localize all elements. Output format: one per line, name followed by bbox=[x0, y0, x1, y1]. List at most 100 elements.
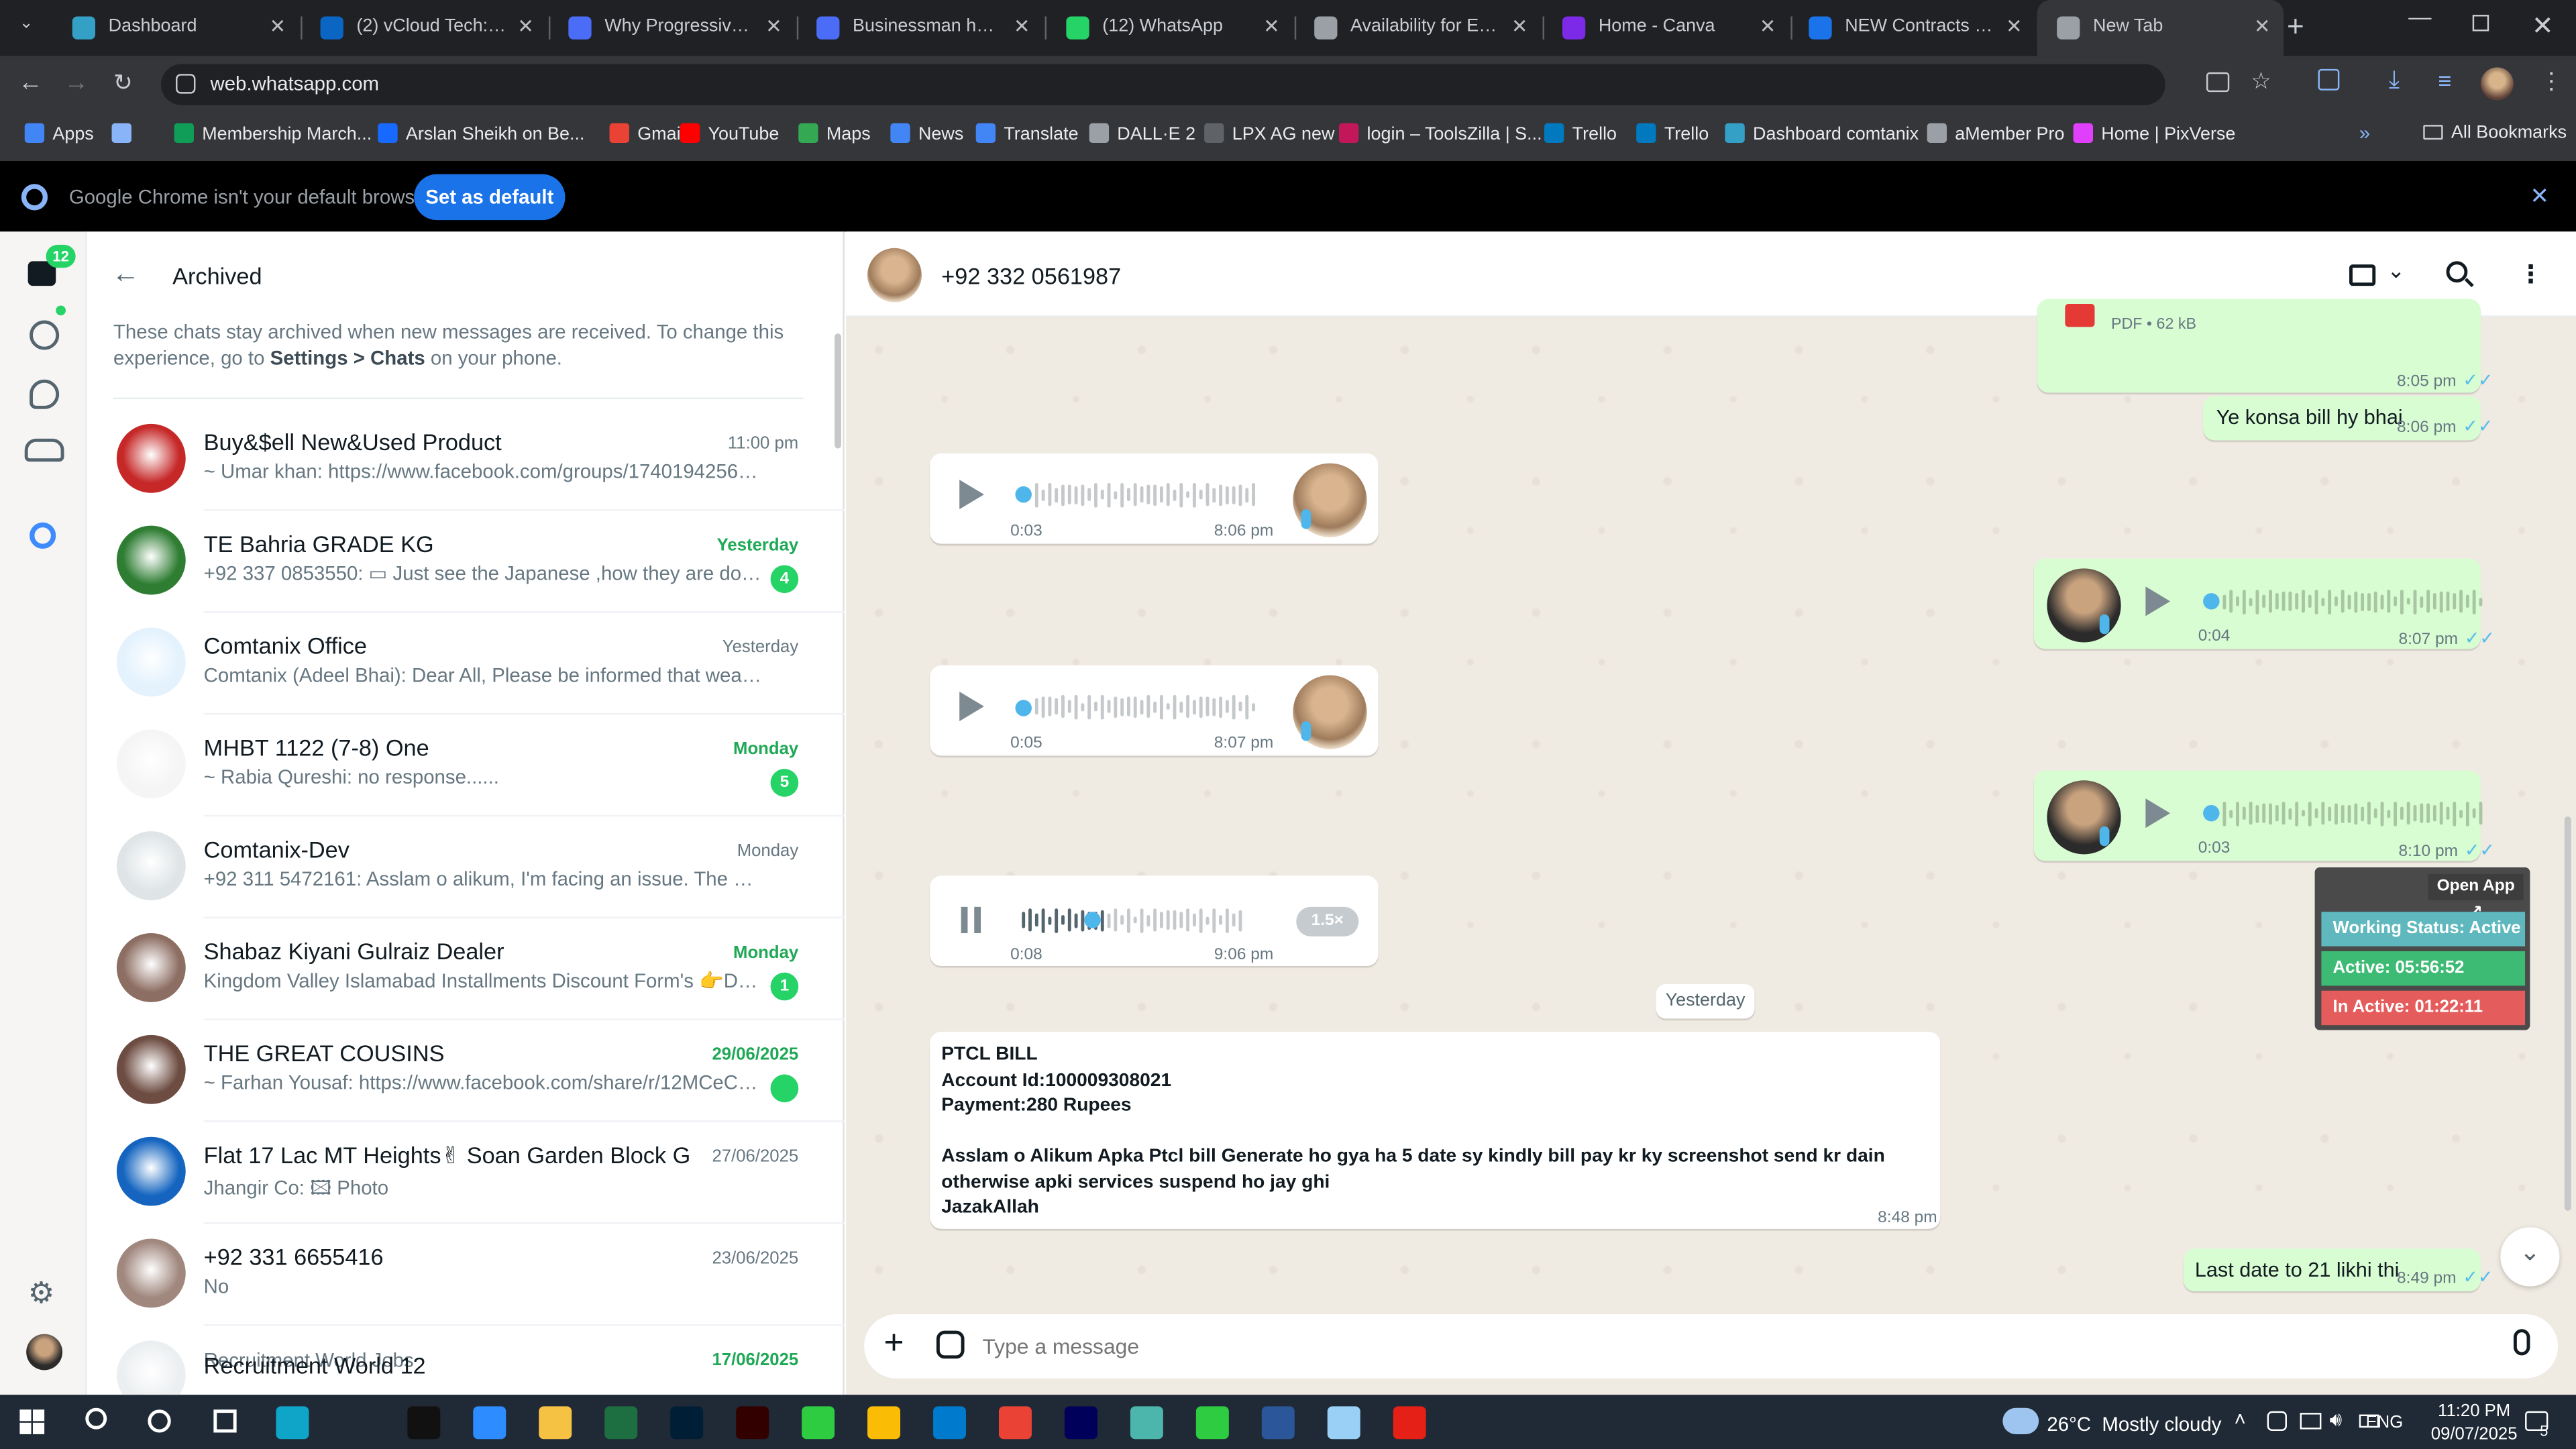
status-icon[interactable] bbox=[30, 320, 60, 350]
tab-close-icon[interactable]: ✕ bbox=[1014, 15, 1030, 38]
bookmark-item[interactable]: Home | PixVerse bbox=[2073, 123, 2235, 145]
message-input[interactable] bbox=[982, 1327, 2461, 1364]
chevron-down-icon[interactable]: ⌄ bbox=[2387, 258, 2405, 284]
browser-tab[interactable]: (12) WhatsApp ✕ bbox=[1046, 0, 1293, 56]
weather-text[interactable]: 26°C Mostly cloudy bbox=[2047, 1413, 2221, 1436]
chat-list-item[interactable]: THE GREAT COUSINS ~ Farhan Yousaf: https:… bbox=[87, 1020, 845, 1122]
reload-button[interactable]: ↻ bbox=[113, 69, 133, 97]
tab-close-icon[interactable]: ✕ bbox=[765, 15, 782, 38]
downloads-icon[interactable]: ⤓ bbox=[2389, 66, 2400, 94]
start-button[interactable] bbox=[19, 1409, 45, 1434]
play-icon[interactable] bbox=[2145, 798, 2171, 828]
playback-speed-button[interactable]: 1.5× bbox=[1296, 906, 1359, 936]
tab-close-icon[interactable]: ✕ bbox=[269, 15, 286, 38]
contact-avatar[interactable] bbox=[867, 248, 922, 303]
scroll-to-bottom-button[interactable]: ⌄ bbox=[2500, 1227, 2560, 1287]
bookmark-item[interactable]: Membership March... bbox=[174, 123, 372, 145]
conversation-scrollbar[interactable] bbox=[2564, 816, 2571, 1211]
search-taskbar-icon[interactable] bbox=[85, 1407, 107, 1430]
play-icon[interactable] bbox=[959, 480, 984, 510]
chat-list-item[interactable]: Flat 17 Lac MT Heights✌ Soan Garden Bloc… bbox=[87, 1122, 845, 1224]
chrome-active-icon[interactable] bbox=[998, 1406, 1032, 1440]
browser-tab[interactable]: (2) vCloud Tech: Peop ✕ bbox=[301, 0, 547, 56]
language-label[interactable]: ENG bbox=[2366, 1413, 2404, 1432]
waveform[interactable] bbox=[2222, 586, 2483, 616]
browser-tab[interactable]: NEW Contracts 01.p ✕ bbox=[1789, 0, 2035, 56]
forward-button[interactable]: → bbox=[64, 69, 89, 97]
tab-search-button[interactable]: ⌄ bbox=[13, 15, 40, 41]
sticker-icon[interactable] bbox=[936, 1330, 965, 1359]
communities-icon[interactable] bbox=[24, 438, 64, 462]
chat-list-item[interactable]: MHBT 1122 (7-8) One ~ Rabia Qureshi: no r… bbox=[87, 714, 845, 817]
bookmark-item[interactable]: LPX AG new bbox=[1204, 123, 1334, 145]
minimize-button[interactable]: — bbox=[2408, 3, 2434, 30]
tab-close-icon[interactable]: ✕ bbox=[2254, 15, 2271, 38]
waveform[interactable] bbox=[1034, 480, 1256, 509]
seek-dot[interactable] bbox=[2203, 805, 2220, 822]
terminal-icon[interactable] bbox=[407, 1406, 441, 1440]
bookmark-item[interactable]: Arslan Sheikh on Be... bbox=[378, 123, 584, 145]
bookmark-item[interactable] bbox=[111, 123, 140, 145]
bookmark-item[interactable]: login – ToolsZilla | S... bbox=[1338, 123, 1542, 145]
restore-button[interactable] bbox=[2472, 15, 2489, 32]
chat-list-item[interactable]: Comtanix Office Comtanix (Adeel Bhai): De… bbox=[87, 612, 845, 715]
contact-name[interactable]: +92 332 0561987 bbox=[941, 263, 1121, 289]
chat-list-item[interactable]: Shabaz Kiyani Gulraiz Dealer Kingdom Vall… bbox=[87, 918, 845, 1020]
pen-icon[interactable] bbox=[341, 1406, 375, 1440]
tab-close-icon[interactable]: ✕ bbox=[1263, 15, 1280, 38]
chrome-menu-icon[interactable]: ⋮ bbox=[2540, 67, 2563, 95]
excel-icon[interactable] bbox=[604, 1406, 638, 1440]
browser-tab[interactable]: Why Progressive Web ✕ bbox=[549, 0, 795, 56]
video-call-icon[interactable] bbox=[2349, 264, 2376, 286]
bookmark-item[interactable]: Trello bbox=[1544, 123, 1617, 145]
infobar-close-icon[interactable]: ✕ bbox=[2530, 182, 2549, 211]
illustrator-icon[interactable] bbox=[736, 1406, 769, 1440]
channels-icon[interactable] bbox=[30, 379, 60, 409]
conversation-menu-icon[interactable]: ⋮ bbox=[2518, 260, 2543, 289]
browser-tab[interactable]: Home - Canva ✕ bbox=[1543, 0, 1789, 56]
close-window-button[interactable]: ✕ bbox=[2532, 10, 2554, 43]
premiere-icon[interactable] bbox=[1064, 1406, 1097, 1440]
bookmark-item[interactable]: DALL·E 2 bbox=[1089, 123, 1195, 145]
media-icon[interactable]: ≡ bbox=[2438, 67, 2451, 93]
bookmark-item[interactable]: Trello bbox=[1636, 123, 1709, 145]
bookmark-item[interactable]: Apps bbox=[24, 123, 94, 145]
file-explorer-icon[interactable] bbox=[539, 1406, 572, 1440]
tab-close-icon[interactable]: ✕ bbox=[1760, 15, 1776, 38]
waveform[interactable] bbox=[2222, 798, 2483, 828]
chat-list-item[interactable]: Buy&$ell New&Used Product ~ Umar khan: ht… bbox=[87, 409, 845, 511]
microphone-icon[interactable] bbox=[2513, 1329, 2530, 1356]
url-text[interactable]: web.whatsapp.com bbox=[210, 72, 379, 95]
notepad-icon[interactable] bbox=[1327, 1406, 1360, 1440]
back-arrow-icon[interactable]: ← bbox=[112, 258, 140, 290]
task-view-icon[interactable] bbox=[213, 1409, 237, 1433]
site-info-icon[interactable] bbox=[176, 74, 196, 94]
play-icon[interactable] bbox=[959, 692, 984, 722]
chat-list-item[interactable]: Comtanix-Dev +92 311 5472161: Asslam o al… bbox=[87, 816, 845, 918]
vscode-icon[interactable] bbox=[933, 1406, 967, 1440]
volume-icon[interactable]: 🔊︎ bbox=[2330, 1408, 2343, 1433]
seek-dot[interactable] bbox=[1015, 700, 1032, 716]
bookmark-item[interactable]: YouTube bbox=[680, 123, 779, 145]
browser-tab[interactable]: Availability for EST sh ✕ bbox=[1295, 0, 1541, 56]
browser-tab[interactable]: Dashboard ✕ bbox=[52, 0, 299, 56]
clock-date[interactable]: 09/07/2025 bbox=[2422, 1424, 2527, 1444]
open-app-button[interactable]: Open App ↗ bbox=[2428, 873, 2524, 922]
bookmark-item[interactable]: Translate bbox=[975, 123, 1079, 145]
seek-dot[interactable] bbox=[1084, 912, 1101, 928]
network-icon[interactable] bbox=[2300, 1413, 2322, 1430]
attach-plus-icon[interactable]: + bbox=[884, 1324, 904, 1364]
play-icon[interactable] bbox=[2145, 586, 2171, 616]
bookmark-item[interactable]: News bbox=[890, 123, 963, 145]
green-app2-icon[interactable] bbox=[1195, 1406, 1229, 1440]
acrobat-icon[interactable] bbox=[1393, 1406, 1426, 1440]
new-tab-button[interactable]: + bbox=[2287, 10, 2304, 44]
chat-list-item[interactable]: TE Bahria GRADE KG +92 337 0853550: ▭ Jus… bbox=[87, 511, 845, 613]
word-icon[interactable] bbox=[1261, 1406, 1295, 1440]
waveform[interactable] bbox=[1034, 692, 1256, 721]
app-icon[interactable] bbox=[1130, 1406, 1163, 1440]
green-app-icon[interactable] bbox=[802, 1406, 835, 1440]
back-button[interactable]: ← bbox=[18, 69, 43, 97]
waveform[interactable] bbox=[1022, 905, 1242, 934]
all-bookmarks-folder[interactable]: All Bookmarks bbox=[2423, 123, 2567, 143]
